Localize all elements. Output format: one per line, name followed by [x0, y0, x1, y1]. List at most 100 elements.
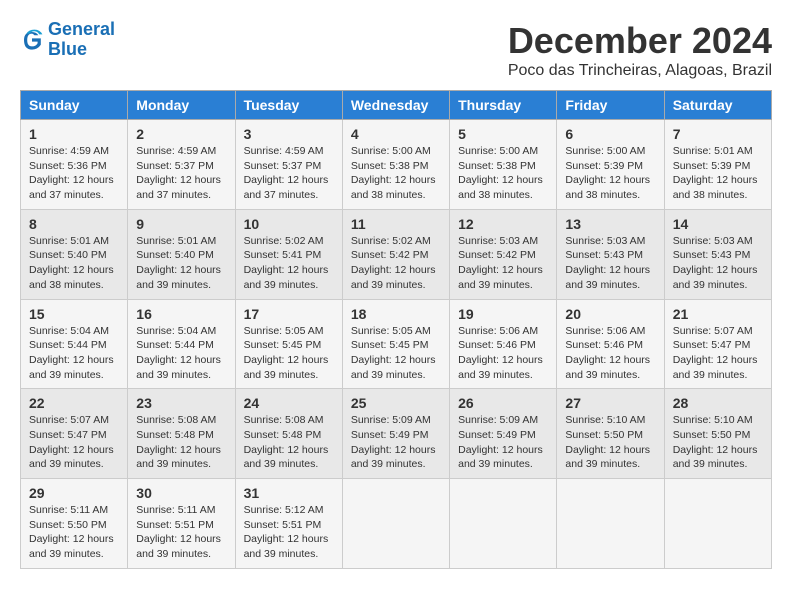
- cell-info: Sunrise: 5:11 AMSunset: 5:50 PMDaylight:…: [29, 504, 114, 560]
- cell-info: Sunrise: 5:03 AMSunset: 5:42 PMDaylight:…: [458, 235, 543, 291]
- day-number: 24: [244, 395, 334, 411]
- week-row-1: 1 Sunrise: 4:59 AMSunset: 5:36 PMDaylight…: [21, 120, 772, 210]
- calendar-cell: 30 Sunrise: 5:11 AMSunset: 5:51 PMDayligh…: [128, 479, 235, 569]
- cell-info: Sunrise: 5:01 AMSunset: 5:39 PMDaylight:…: [673, 145, 758, 201]
- day-number: 18: [351, 306, 441, 322]
- day-number: 2: [136, 126, 226, 142]
- calendar-cell: 7 Sunrise: 5:01 AMSunset: 5:39 PMDaylight…: [664, 120, 771, 210]
- calendar-cell: 23 Sunrise: 5:08 AMSunset: 5:48 PMDayligh…: [128, 389, 235, 479]
- day-number: 22: [29, 395, 119, 411]
- day-number: 11: [351, 216, 441, 232]
- header-cell-monday: Monday: [128, 91, 235, 120]
- cell-info: Sunrise: 5:01 AMSunset: 5:40 PMDaylight:…: [29, 235, 114, 291]
- page-header: General Blue December 2024 Poco das Trin…: [20, 20, 772, 80]
- cell-info: Sunrise: 5:07 AMSunset: 5:47 PMDaylight:…: [673, 325, 758, 381]
- calendar-cell: 16 Sunrise: 5:04 AMSunset: 5:44 PMDayligh…: [128, 299, 235, 389]
- cell-info: Sunrise: 5:10 AMSunset: 5:50 PMDaylight:…: [565, 414, 650, 470]
- cell-info: Sunrise: 5:04 AMSunset: 5:44 PMDaylight:…: [29, 325, 114, 381]
- calendar-cell: [450, 479, 557, 569]
- calendar-cell: 11 Sunrise: 5:02 AMSunset: 5:42 PMDayligh…: [342, 209, 449, 299]
- logo: General Blue: [20, 20, 115, 60]
- day-number: 20: [565, 306, 655, 322]
- calendar-cell: 18Sunrise: 5:05 AMSunset: 5:45 PMDayligh…: [342, 299, 449, 389]
- week-row-5: 29 Sunrise: 5:11 AMSunset: 5:50 PMDayligh…: [21, 479, 772, 569]
- calendar-cell: 13Sunrise: 5:03 AMSunset: 5:43 PMDayligh…: [557, 209, 664, 299]
- calendar-cell: 10Sunrise: 5:02 AMSunset: 5:41 PMDayligh…: [235, 209, 342, 299]
- cell-info: Sunrise: 5:11 AMSunset: 5:51 PMDaylight:…: [136, 504, 221, 560]
- cell-info: Sunrise: 5:00 AMSunset: 5:38 PMDaylight:…: [458, 145, 543, 201]
- header-cell-wednesday: Wednesday: [342, 91, 449, 120]
- cell-info: Sunrise: 5:06 AMSunset: 5:46 PMDaylight:…: [458, 325, 543, 381]
- calendar-cell: [664, 479, 771, 569]
- cell-info: Sunrise: 5:04 AMSunset: 5:44 PMDaylight:…: [136, 325, 221, 381]
- logo-blue: Blue: [48, 39, 87, 59]
- day-number: 25: [351, 395, 441, 411]
- day-number: 9: [136, 216, 226, 232]
- cell-info: Sunrise: 5:09 AMSunset: 5:49 PMDaylight:…: [458, 414, 543, 470]
- calendar-cell: 9 Sunrise: 5:01 AMSunset: 5:40 PMDaylight…: [128, 209, 235, 299]
- calendar-cell: 1 Sunrise: 4:59 AMSunset: 5:36 PMDaylight…: [21, 120, 128, 210]
- cell-info: Sunrise: 5:00 AMSunset: 5:38 PMDaylight:…: [351, 145, 436, 201]
- day-number: 6: [565, 126, 655, 142]
- cell-info: Sunrise: 4:59 AMSunset: 5:37 PMDaylight:…: [136, 145, 221, 201]
- cell-info: Sunrise: 5:10 AMSunset: 5:50 PMDaylight:…: [673, 414, 758, 470]
- day-number: 19: [458, 306, 548, 322]
- logo-icon: [20, 28, 44, 52]
- week-row-4: 22Sunrise: 5:07 AMSunset: 5:47 PMDayligh…: [21, 389, 772, 479]
- day-number: 14: [673, 216, 763, 232]
- calendar-cell: 5Sunrise: 5:00 AMSunset: 5:38 PMDaylight…: [450, 120, 557, 210]
- calendar-cell: 4 Sunrise: 5:00 AMSunset: 5:38 PMDaylight…: [342, 120, 449, 210]
- day-number: 8: [29, 216, 119, 232]
- calendar-cell: 15 Sunrise: 5:04 AMSunset: 5:44 PMDayligh…: [21, 299, 128, 389]
- day-number: 10: [244, 216, 334, 232]
- calendar-cell: 31 Sunrise: 5:12 AMSunset: 5:51 PMDayligh…: [235, 479, 342, 569]
- cell-info: Sunrise: 5:03 AMSunset: 5:43 PMDaylight:…: [673, 235, 758, 291]
- calendar-cell: 17Sunrise: 5:05 AMSunset: 5:45 PMDayligh…: [235, 299, 342, 389]
- calendar-cell: 26 Sunrise: 5:09 AMSunset: 5:49 PMDayligh…: [450, 389, 557, 479]
- day-number: 16: [136, 306, 226, 322]
- month-title: December 2024: [508, 20, 772, 62]
- cell-info: Sunrise: 5:12 AMSunset: 5:51 PMDaylight:…: [244, 504, 329, 560]
- header-cell-sunday: Sunday: [21, 91, 128, 120]
- week-row-3: 15 Sunrise: 5:04 AMSunset: 5:44 PMDayligh…: [21, 299, 772, 389]
- header-cell-thursday: Thursday: [450, 91, 557, 120]
- day-number: 13: [565, 216, 655, 232]
- calendar-cell: 22Sunrise: 5:07 AMSunset: 5:47 PMDayligh…: [21, 389, 128, 479]
- calendar-cell: 25Sunrise: 5:09 AMSunset: 5:49 PMDayligh…: [342, 389, 449, 479]
- day-number: 26: [458, 395, 548, 411]
- calendar-cell: 14 Sunrise: 5:03 AMSunset: 5:43 PMDayligh…: [664, 209, 771, 299]
- cell-info: Sunrise: 4:59 AMSunset: 5:37 PMDaylight:…: [244, 145, 329, 201]
- day-number: 23: [136, 395, 226, 411]
- cell-info: Sunrise: 5:01 AMSunset: 5:40 PMDaylight:…: [136, 235, 221, 291]
- calendar-cell: [342, 479, 449, 569]
- day-number: 31: [244, 485, 334, 501]
- header-cell-saturday: Saturday: [664, 91, 771, 120]
- calendar-cell: 28 Sunrise: 5:10 AMSunset: 5:50 PMDayligh…: [664, 389, 771, 479]
- week-row-2: 8 Sunrise: 5:01 AMSunset: 5:40 PMDaylight…: [21, 209, 772, 299]
- calendar-table: SundayMondayTuesdayWednesdayThursdayFrid…: [20, 90, 772, 569]
- cell-info: Sunrise: 5:06 AMSunset: 5:46 PMDaylight:…: [565, 325, 650, 381]
- day-number: 7: [673, 126, 763, 142]
- day-number: 30: [136, 485, 226, 501]
- cell-info: Sunrise: 5:08 AMSunset: 5:48 PMDaylight:…: [136, 414, 221, 470]
- day-number: 29: [29, 485, 119, 501]
- day-number: 4: [351, 126, 441, 142]
- day-number: 15: [29, 306, 119, 322]
- title-block: December 2024 Poco das Trincheiras, Alag…: [508, 20, 772, 80]
- calendar-cell: 6 Sunrise: 5:00 AMSunset: 5:39 PMDaylight…: [557, 120, 664, 210]
- calendar-cell: 27 Sunrise: 5:10 AMSunset: 5:50 PMDayligh…: [557, 389, 664, 479]
- cell-info: Sunrise: 5:02 AMSunset: 5:42 PMDaylight:…: [351, 235, 436, 291]
- day-number: 12: [458, 216, 548, 232]
- calendar-cell: 21Sunrise: 5:07 AMSunset: 5:47 PMDayligh…: [664, 299, 771, 389]
- calendar-cell: 29 Sunrise: 5:11 AMSunset: 5:50 PMDayligh…: [21, 479, 128, 569]
- day-number: 1: [29, 126, 119, 142]
- location-subtitle: Poco das Trincheiras, Alagoas, Brazil: [508, 62, 772, 80]
- cell-info: Sunrise: 4:59 AMSunset: 5:36 PMDaylight:…: [29, 145, 114, 201]
- cell-info: Sunrise: 5:00 AMSunset: 5:39 PMDaylight:…: [565, 145, 650, 201]
- day-number: 27: [565, 395, 655, 411]
- calendar-cell: 8 Sunrise: 5:01 AMSunset: 5:40 PMDaylight…: [21, 209, 128, 299]
- cell-info: Sunrise: 5:08 AMSunset: 5:48 PMDaylight:…: [244, 414, 329, 470]
- calendar-cell: 19 Sunrise: 5:06 AMSunset: 5:46 PMDayligh…: [450, 299, 557, 389]
- header-cell-tuesday: Tuesday: [235, 91, 342, 120]
- day-number: 28: [673, 395, 763, 411]
